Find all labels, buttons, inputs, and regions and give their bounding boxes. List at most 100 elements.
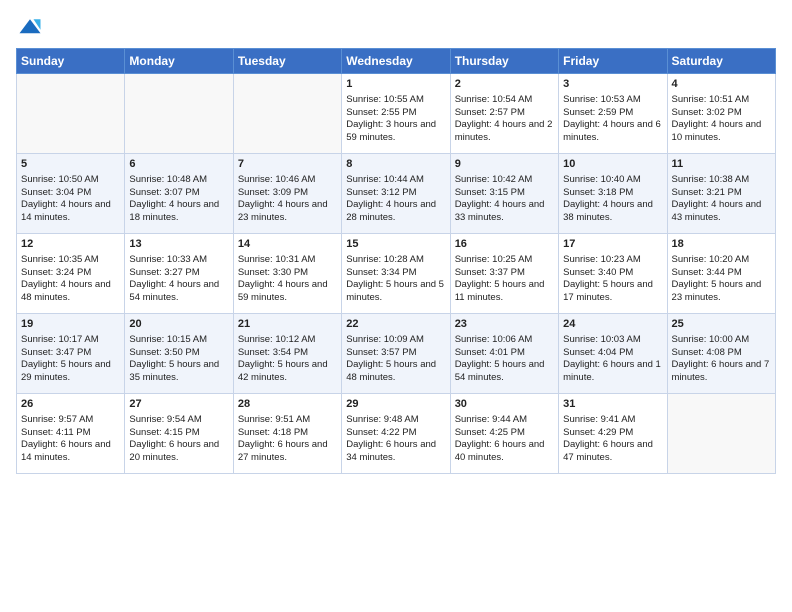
day-info: Sunrise: 10:03 AM [563,334,662,347]
day-number: 18 [672,237,771,252]
day-info: Sunrise: 10:25 AM [455,254,554,267]
day-info: Daylight: 5 hours and 11 minutes. [455,279,554,305]
day-info: Sunrise: 10:48 AM [129,174,228,187]
calendar-cell: 25Sunrise: 10:00 AMSunset: 4:08 PMDaylig… [667,314,775,394]
day-info: Sunset: 2:57 PM [455,107,554,120]
day-info: Sunrise: 10:53 AM [563,94,662,107]
calendar-cell: 22 Sunrise: 10:09 AMSunset: 3:57 PMDaylig… [342,314,450,394]
day-info: Sunset: 3:34 PM [346,267,445,280]
day-number: 23 [455,317,554,332]
day-info: Sunset: 3:24 PM [21,267,120,280]
day-number: 15 [346,237,445,252]
day-info: Daylight: 4 hours and 28 minutes. [346,199,445,225]
calendar-cell: 2Sunrise: 10:54 AMSunset: 2:57 PMDayligh… [450,74,558,154]
day-info: Sunrise: 10:40 AM [563,174,662,187]
calendar-cell: 17Sunrise: 10:23 AMSunset: 3:40 PMDaylig… [559,234,667,314]
day-info: Sunrise: 10:50 AM [21,174,120,187]
day-number: 12 [21,237,120,252]
day-info: Sunset: 3:40 PM [563,267,662,280]
calendar-cell: 9Sunrise: 10:42 AMSunset: 3:15 PMDayligh… [450,154,558,234]
day-info: Sunrise: 10:46 AM [238,174,337,187]
calendar-cell: 31Sunrise: 9:41 AMSunset: 4:29 PMDayligh… [559,394,667,474]
calendar-cell: 18Sunrise: 10:20 AMSunset: 3:44 PMDaylig… [667,234,775,314]
day-info: Sunrise: 10:20 AM [672,254,771,267]
day-info: Daylight: 6 hours and 27 minutes. [238,439,337,465]
day-number: 6 [129,157,228,172]
weekday-header-friday: Friday [559,49,667,74]
day-info: Daylight: 6 hours and 40 minutes. [455,439,554,465]
day-info: Daylight: 5 hours and 5 minutes. [346,279,445,305]
day-info: Sunrise: 10:33 AM [129,254,228,267]
day-number: 13 [129,237,228,252]
day-info: Daylight: 4 hours and 18 minutes. [129,199,228,225]
day-info: Sunset: 3:07 PM [129,187,228,200]
calendar-cell: 29Sunrise: 9:48 AMSunset: 4:22 PMDayligh… [342,394,450,474]
day-info: Sunset: 3:44 PM [672,267,771,280]
day-info: Sunrise: 9:48 AM [346,414,445,427]
day-info: Daylight: 3 hours and 59 minutes. [346,119,445,145]
logo [16,14,48,42]
calendar-cell [233,74,341,154]
day-info: Sunrise: 9:51 AM [238,414,337,427]
day-info: Sunset: 4:11 PM [21,427,120,440]
calendar-cell: 23Sunrise: 10:06 AMSunset: 4:01 PMDaylig… [450,314,558,394]
week-row-3: 12Sunrise: 10:35 AMSunset: 3:24 PMDaylig… [17,234,776,314]
day-info: Daylight: 4 hours and 43 minutes. [672,199,771,225]
calendar-cell [17,74,125,154]
calendar-cell: 1 Sunrise: 10:55 AMSunset: 2:55 PMDayligh… [342,74,450,154]
weekday-header-wednesday: Wednesday [342,49,450,74]
day-number: 27 [129,397,228,412]
day-number: 5 [21,157,120,172]
day-info: Sunset: 3:57 PM [346,347,445,360]
calendar-cell [667,394,775,474]
logo-icon [16,14,44,42]
day-number: 9 [455,157,554,172]
day-info: Sunset: 4:08 PM [672,347,771,360]
day-info: Daylight: 5 hours and 42 minutes. [238,359,337,385]
calendar-cell: 7Sunrise: 10:46 AMSunset: 3:09 PMDayligh… [233,154,341,234]
calendar-cell: 20Sunrise: 10:15 AMSunset: 3:50 PMDaylig… [125,314,233,394]
day-info: Sunrise: 10:23 AM [563,254,662,267]
day-info: Daylight: 4 hours and 48 minutes. [21,279,120,305]
day-info: Sunrise: 10:09 AM [346,334,445,347]
day-info: Sunrise: 10:42 AM [455,174,554,187]
day-number: 14 [238,237,337,252]
calendar-cell: 6 Sunrise: 10:48 AMSunset: 3:07 PMDayligh… [125,154,233,234]
calendar-table: SundayMondayTuesdayWednesdayThursdayFrid… [16,48,776,474]
day-info: Sunrise: 10:55 AM [346,94,445,107]
day-info: Sunset: 2:59 PM [563,107,662,120]
day-info: Sunrise: 10:44 AM [346,174,445,187]
day-number: 8 [346,157,445,172]
calendar-cell: 15Sunrise: 10:28 AMSunset: 3:34 PMDaylig… [342,234,450,314]
day-number: 24 [563,317,662,332]
calendar-cell: 8Sunrise: 10:44 AMSunset: 3:12 PMDayligh… [342,154,450,234]
day-info: Daylight: 4 hours and 10 minutes. [672,119,771,145]
day-number: 30 [455,397,554,412]
day-info: Daylight: 4 hours and 23 minutes. [238,199,337,225]
calendar-cell: 24Sunrise: 10:03 AMSunset: 4:04 PMDaylig… [559,314,667,394]
day-info: Sunset: 2:55 PM [346,107,445,120]
day-number: 1 [346,77,445,92]
calendar-cell: 28Sunrise: 9:51 AMSunset: 4:18 PMDayligh… [233,394,341,474]
day-info: Sunrise: 10:51 AM [672,94,771,107]
day-info: Sunset: 3:37 PM [455,267,554,280]
day-info: Daylight: 5 hours and 48 minutes. [346,359,445,385]
day-info: Daylight: 5 hours and 35 minutes. [129,359,228,385]
week-row-2: 5Sunrise: 10:50 AMSunset: 3:04 PMDayligh… [17,154,776,234]
day-number: 22 [346,317,445,332]
week-row-5: 26Sunrise: 9:57 AMSunset: 4:11 PMDayligh… [17,394,776,474]
day-info: Sunset: 4:29 PM [563,427,662,440]
day-info: Sunset: 3:02 PM [672,107,771,120]
day-info: Sunset: 3:15 PM [455,187,554,200]
day-number: 16 [455,237,554,252]
day-number: 21 [238,317,337,332]
day-number: 11 [672,157,771,172]
day-info: Sunrise: 10:06 AM [455,334,554,347]
day-info: Sunrise: 10:17 AM [21,334,120,347]
day-info: Sunset: 4:25 PM [455,427,554,440]
calendar-cell: 4Sunrise: 10:51 AMSunset: 3:02 PMDayligh… [667,74,775,154]
day-info: Sunset: 4:18 PM [238,427,337,440]
day-info: Sunrise: 9:41 AM [563,414,662,427]
day-info: Daylight: 6 hours and 1 minute. [563,359,662,385]
week-row-1: 1Sunrise: 10:55 AMSunset: 2:55 PMDayligh… [17,74,776,154]
